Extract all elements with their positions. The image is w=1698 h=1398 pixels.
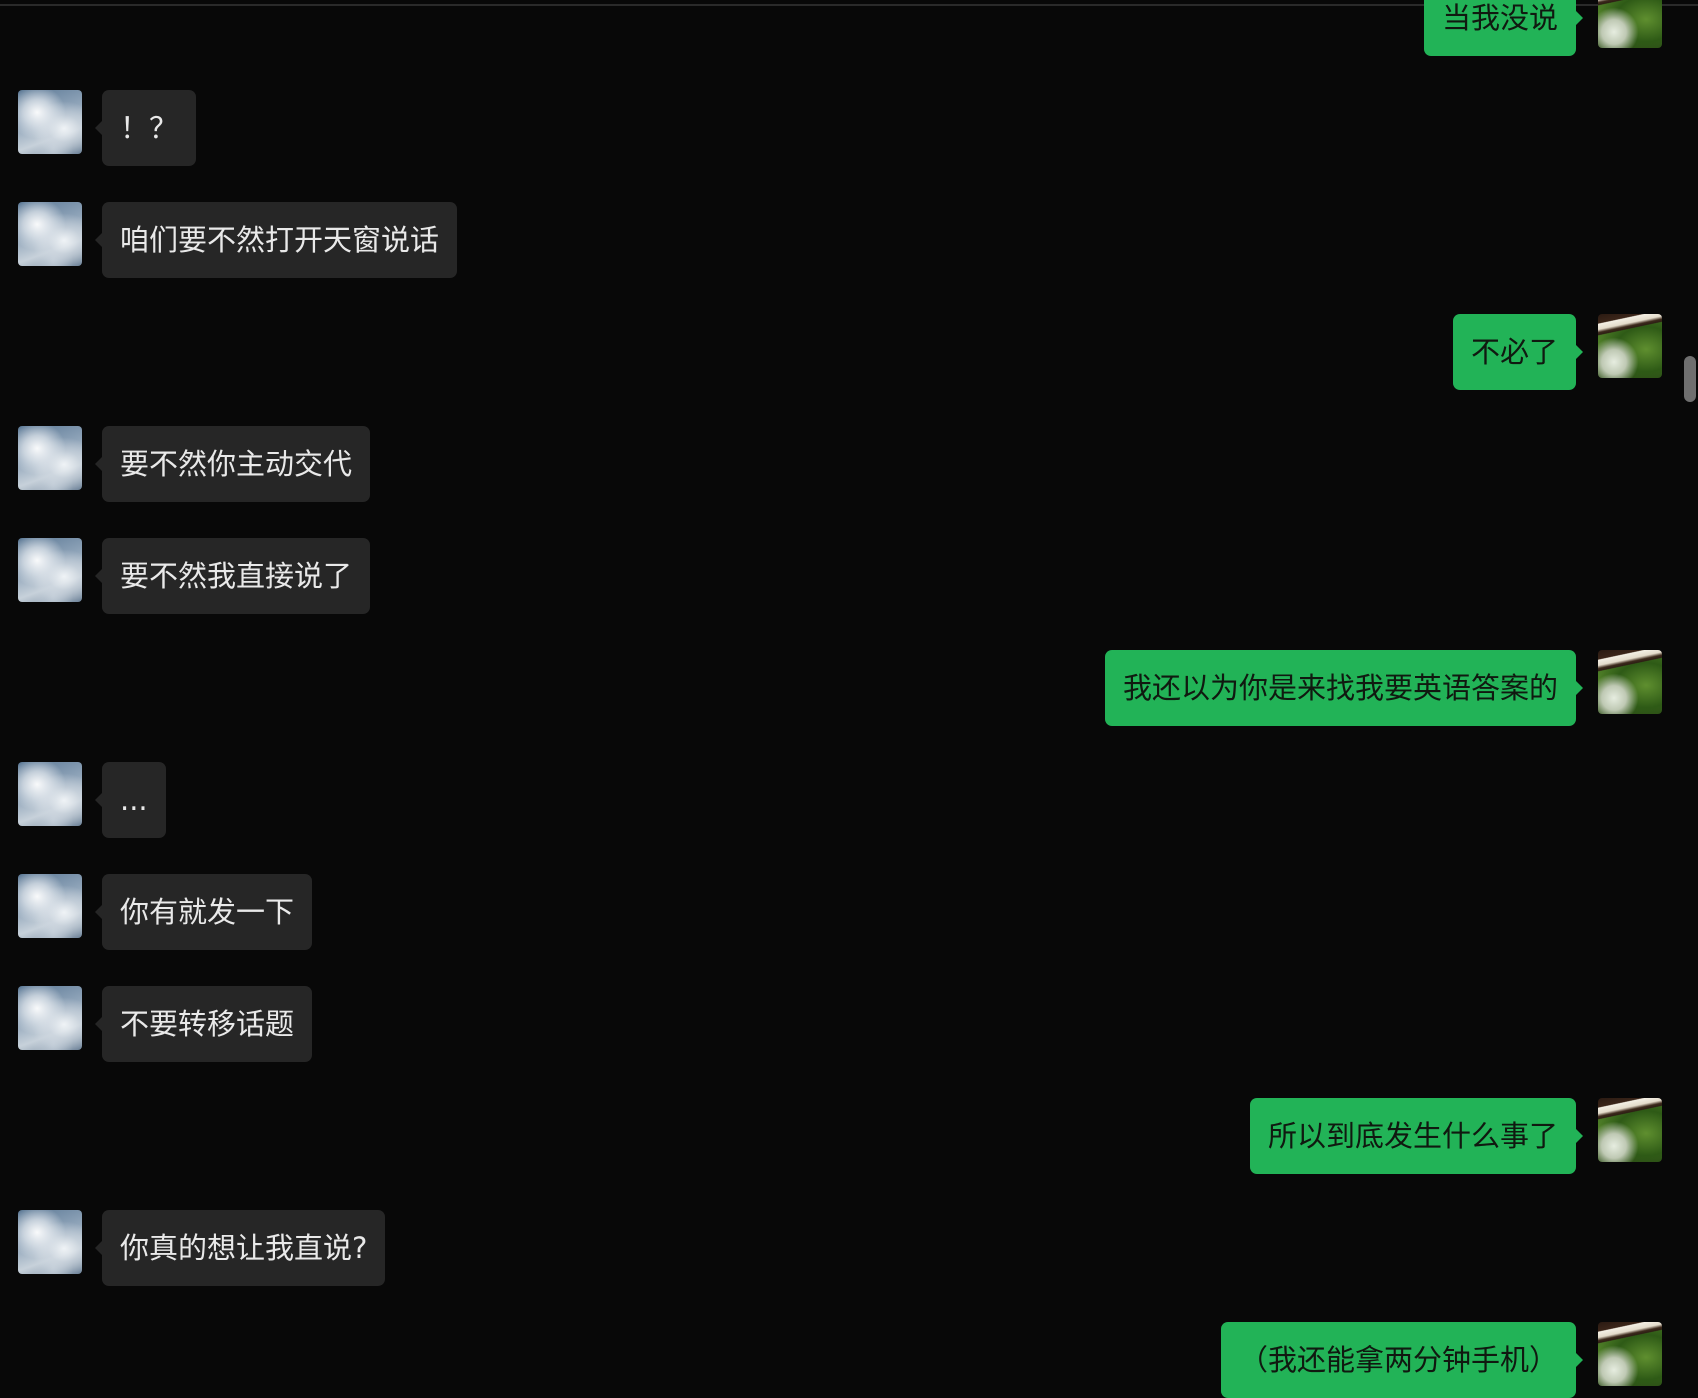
message-bubble-incoming[interactable]: ...: [95, 762, 166, 838]
contact-avatar[interactable]: [18, 762, 82, 826]
message-bubble-outgoing[interactable]: 不必了: [1452, 314, 1584, 390]
self-avatar[interactable]: [1598, 314, 1662, 378]
contact-avatar[interactable]: [18, 986, 82, 1050]
contact-avatar[interactable]: [18, 90, 82, 154]
message-row-incoming: 你有就发一下: [0, 874, 1698, 950]
contact-avatar[interactable]: [18, 202, 82, 266]
message-bubble-incoming[interactable]: 你真的想让我直说?: [94, 1210, 386, 1286]
self-avatar[interactable]: [1598, 1098, 1662, 1162]
self-avatar[interactable]: [1598, 650, 1662, 714]
chat-scrollbar-thumb[interactable]: [1684, 356, 1696, 402]
message-row-incoming: 不要转移话题: [0, 986, 1698, 1062]
contact-avatar[interactable]: [18, 538, 82, 602]
chat-message-list[interactable]: 当我没说 ！？ 咱们要不然打开天窗说话 不必了 要不然你主动交代 要不然我直接说…: [0, 0, 1698, 1398]
message-row-outgoing: 当我没说: [0, 0, 1698, 60]
contact-avatar[interactable]: [18, 874, 82, 938]
message-bubble-incoming[interactable]: 不要转移话题: [94, 986, 313, 1062]
message-row-incoming: 要不然你主动交代: [0, 426, 1698, 502]
message-bubble-incoming[interactable]: 你有就发一下: [94, 874, 313, 950]
message-row-outgoing: 我还以为你是来找我要英语答案的: [0, 650, 1698, 726]
message-row-incoming: 咱们要不然打开天窗说话: [0, 202, 1698, 278]
message-row-incoming: ...: [0, 762, 1698, 838]
message-bubble-outgoing[interactable]: 当我没说: [1423, 0, 1584, 56]
message-bubble-incoming[interactable]: 咱们要不然打开天窗说话: [94, 202, 458, 278]
message-bubble-incoming[interactable]: ！？: [94, 90, 197, 166]
self-avatar[interactable]: [1598, 1322, 1662, 1386]
message-row-outgoing: 不必了: [0, 314, 1698, 390]
message-row-outgoing: 所以到底发生什么事了: [0, 1098, 1698, 1174]
message-row-outgoing: （我还能拿两分钟手机）: [0, 1322, 1698, 1398]
message-row-incoming: ！？: [0, 90, 1698, 166]
message-bubble-outgoing[interactable]: 所以到底发生什么事了: [1249, 1098, 1584, 1174]
message-row-incoming: 你真的想让我直说?: [0, 1210, 1698, 1286]
contact-avatar[interactable]: [18, 1210, 82, 1274]
self-avatar[interactable]: [1598, 0, 1662, 48]
contact-avatar[interactable]: [18, 426, 82, 490]
message-bubble-incoming[interactable]: 要不然我直接说了: [94, 538, 371, 614]
message-bubble-outgoing[interactable]: 我还以为你是来找我要英语答案的: [1104, 650, 1584, 726]
message-bubble-incoming[interactable]: 要不然你主动交代: [94, 426, 371, 502]
message-bubble-outgoing[interactable]: （我还能拿两分钟手机）: [1220, 1322, 1584, 1398]
message-row-incoming: 要不然我直接说了: [0, 538, 1698, 614]
